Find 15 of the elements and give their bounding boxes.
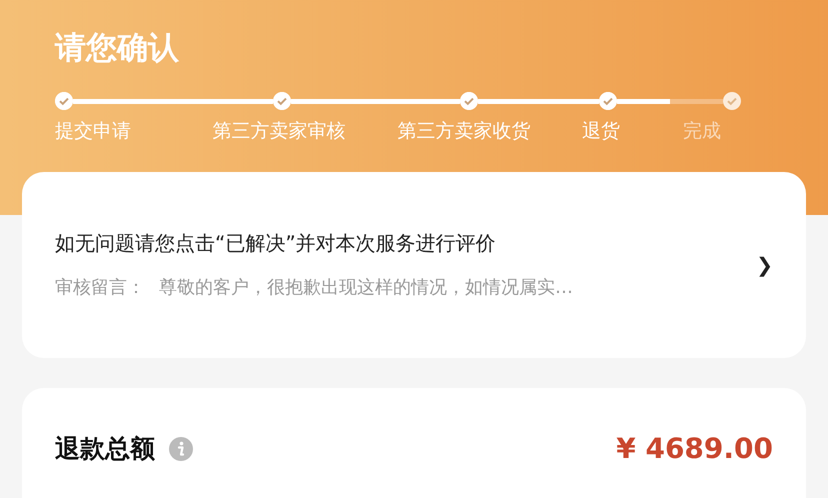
step-label: 完成 [683, 119, 721, 144]
step-label: 第三方卖家收货 [398, 119, 530, 144]
refund-label: 退款总额 [55, 433, 155, 465]
review-label: 审核留言： [55, 276, 145, 300]
step-label: 提交申请 [55, 119, 131, 144]
review-text: 尊敬的客户，很抱歉出现这样的情况，如情况属实… [159, 276, 573, 300]
chevron-icon: ❯ [756, 253, 773, 277]
notice-card[interactable]: 如无问题请您点击“已解决”并对本次服务进行评价 审核留言： 尊敬的客户，很抱歉出现这样的情况，如情况属实… ❯ [22, 172, 806, 358]
refund-amount: ¥ 4689.00 [616, 432, 773, 466]
step-label: 第三方卖家审核 [212, 119, 346, 144]
step-label: 退货 [582, 119, 620, 144]
info-icon[interactable] [169, 437, 193, 461]
check-icon [723, 92, 741, 110]
page-title: 请您确认 [55, 29, 180, 68]
notice-title: 如无问题请您点击“已解决”并对本次服务进行评价 [55, 230, 497, 257]
